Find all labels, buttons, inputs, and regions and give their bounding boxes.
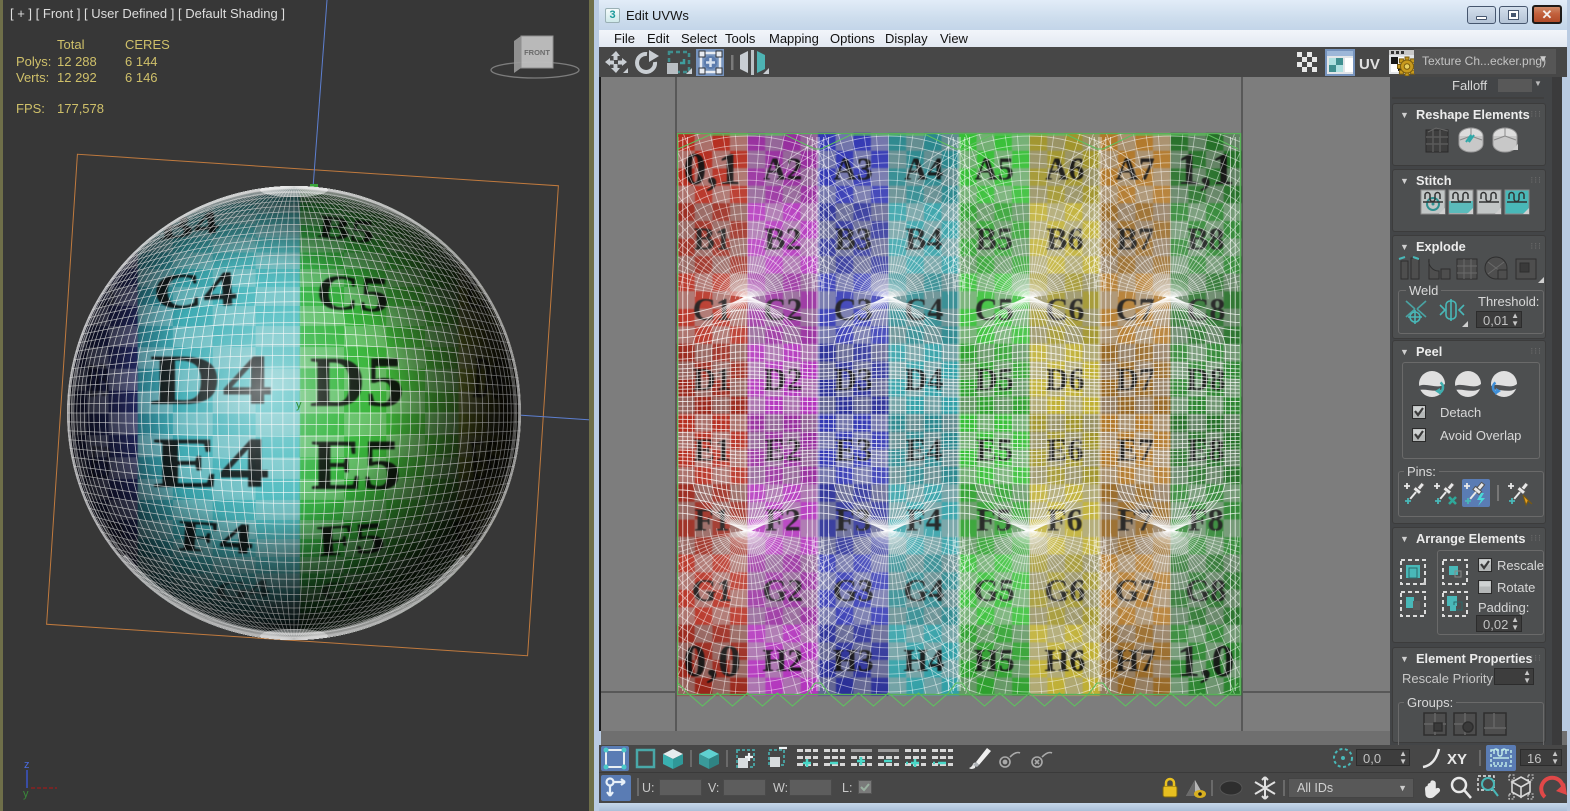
- svg-text:FRONT: FRONT: [524, 48, 550, 57]
- svg-text:z: z: [24, 759, 30, 771]
- svg-text:y: y: [23, 788, 29, 800]
- svg-text:XY: XY: [1447, 751, 1467, 768]
- svg-text:UV: UV: [1359, 56, 1380, 73]
